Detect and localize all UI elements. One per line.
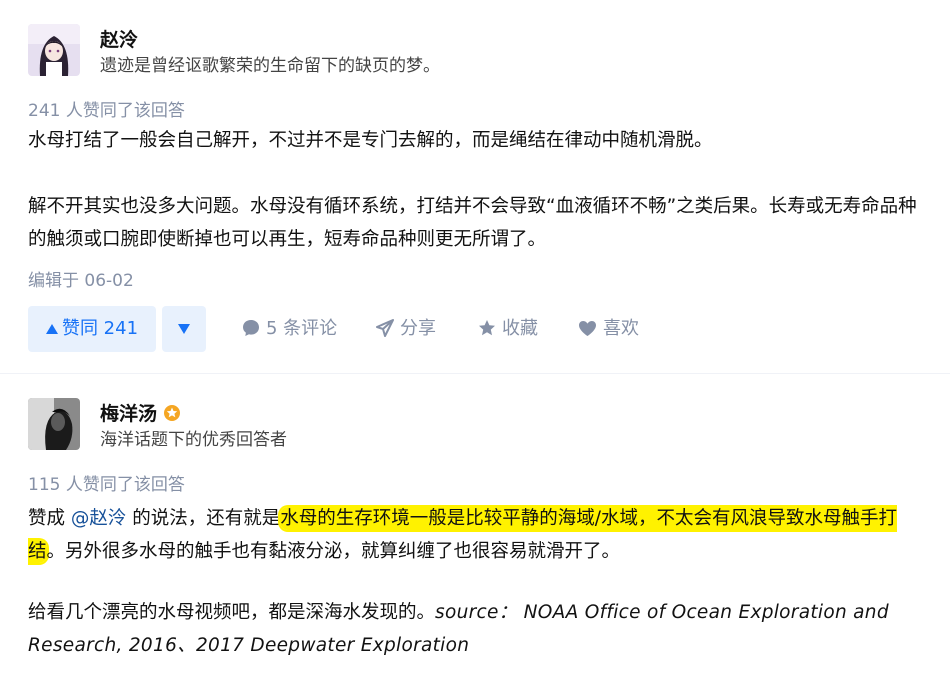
answer-card: 赵泠 遗迹是曾经讴歌繁荣的生命留下的缺页的梦。 241 人赞同了该回答 水母打结… (28, 24, 928, 364)
like-label: 喜欢 (603, 318, 639, 339)
user-mention-link[interactable]: @赵泠 (71, 508, 127, 529)
vote-count-text: 241 人赞同了该回答 (28, 101, 185, 121)
author-bio: 海洋话题下的优秀回答者 (100, 430, 287, 450)
answer-divider (0, 373, 950, 374)
upvote-label: 赞同 241 (61, 318, 139, 339)
action-bar: 赞同 241 5 条评论 分享 收藏 喜欢 (28, 306, 928, 352)
downvote-button[interactable] (162, 306, 206, 352)
text-segment: 赞成 (28, 508, 71, 529)
text-segment: 的说法，还有就是 (126, 508, 281, 529)
share-icon (376, 319, 394, 337)
answer-paragraph: 赞成 @赵泠 的说法，还有就是水母的生存环境一般是比较平静的海域/水域，不太会有… (28, 502, 923, 568)
author-avatar[interactable] (28, 24, 80, 76)
vote-count-text: 115 人赞同了该回答 (28, 475, 185, 495)
author-name[interactable]: 梅洋汤 (100, 399, 181, 426)
favorite-button[interactable]: 收藏 (478, 306, 538, 352)
answer-paragraph: 水母打结了一般会自己解开，不过并不是专门去解的，而是绳结在律动中随机滑脱。 (28, 130, 713, 151)
author-name-text: 梅洋汤 (100, 403, 158, 425)
text-segment: 给看几个漂亮的水母视频吧，都是深海水发现的。 (28, 602, 436, 623)
comment-button[interactable]: 5 条评论 (242, 306, 337, 352)
author-bio: 遗迹是曾经讴歌繁荣的生命留下的缺页的梦。 (100, 56, 440, 76)
author-info: 梅洋汤 海洋话题下的优秀回答者 (28, 398, 628, 452)
edited-date[interactable]: 编辑于 06-02 (28, 266, 134, 291)
text-segment: 。另外很多水母的触手也有黏液分泌，就算纠缠了也很容易就滑开了。 (46, 541, 621, 562)
star-icon (479, 320, 495, 336)
answer-paragraph: 给看几个漂亮的水母视频吧，都是深海水发现的。source： NOAA Offic… (28, 596, 923, 662)
heart-icon (579, 321, 596, 336)
author-avatar[interactable] (28, 398, 80, 450)
caret-down-icon (178, 324, 190, 334)
share-button[interactable]: 分享 (376, 306, 436, 352)
answer-card: 梅洋汤 海洋话题下的优秀回答者 115 人赞同了该回答 赞成 @赵泠 的说法，还… (28, 398, 928, 687)
favorite-label: 收藏 (502, 318, 538, 339)
answer-paragraph: 解不开其实也没多大问题。水母没有循环系统，打结并不会导致“血液循环不畅”之类后果… (28, 196, 917, 250)
author-info: 赵泠 遗迹是曾经讴歌繁荣的生命留下的缺页的梦。 (28, 24, 628, 78)
upvote-button[interactable]: 赞同 241 (28, 306, 156, 352)
comment-count-label: 5 条评论 (266, 318, 338, 339)
comment-icon (243, 320, 259, 336)
like-button[interactable]: 喜欢 (578, 306, 639, 352)
share-label: 分享 (400, 318, 436, 339)
author-name[interactable]: 赵泠 (100, 25, 138, 52)
caret-up-icon (45, 324, 58, 334)
excellent-answerer-badge-icon (164, 405, 181, 421)
